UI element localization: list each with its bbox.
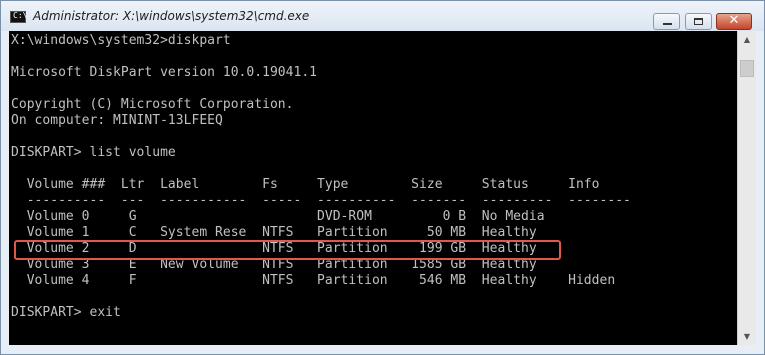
cmd-icon-text: C:\ [13, 11, 28, 20]
console-line: DISKPART> exit [11, 305, 121, 320]
volume-row: Volume 0 G DVD-ROM 0 B No Media [11, 209, 545, 224]
maximize-button[interactable] [685, 13, 712, 30]
close-icon: ✕ [728, 13, 740, 28]
vertical-scrollbar[interactable]: ▲ ▼ [737, 31, 756, 345]
console-output[interactable]: X:\windows\system32>diskpart Microsoft D… [9, 31, 737, 345]
console-line: DISKPART> list volume [11, 145, 176, 160]
volume-row: Volume 4 F NTFS Partition 546 MB Healthy… [11, 273, 616, 288]
scroll-down-icon[interactable]: ▼ [738, 328, 756, 345]
cmd-icon: C:\ [10, 11, 28, 23]
title-bar[interactable]: C:\ Administrator: X:\windows\system32\c… [1, 1, 764, 31]
console-line: On computer: MININT-13LFEEQ [11, 113, 223, 128]
highlight-box [14, 240, 561, 260]
window-title: Administrator: X:\windows\system32\cmd.e… [33, 9, 310, 23]
minimize-button[interactable] [653, 13, 680, 30]
minimize-icon [663, 23, 672, 25]
volume-table-separator: ---------- --- ----------- ----- -------… [11, 193, 631, 208]
volume-row: Volume 1 C System Rese NTFS Partition 50… [11, 225, 537, 240]
close-button[interactable]: ✕ [716, 13, 752, 30]
console-window: C:\ Administrator: X:\windows\system32\c… [0, 0, 765, 355]
console-line: Microsoft DiskPart version 10.0.19041.1 [11, 65, 318, 80]
volume-table-header: Volume ### Ltr Label Fs Type Size Status… [11, 177, 600, 192]
maximize-icon [694, 18, 703, 25]
console-line: Copyright (C) Microsoft Corporation. [11, 97, 294, 112]
scroll-up-icon[interactable]: ▲ [738, 31, 756, 48]
console-line: X:\windows\system32>diskpart [11, 33, 231, 48]
scroll-thumb[interactable] [740, 60, 754, 77]
